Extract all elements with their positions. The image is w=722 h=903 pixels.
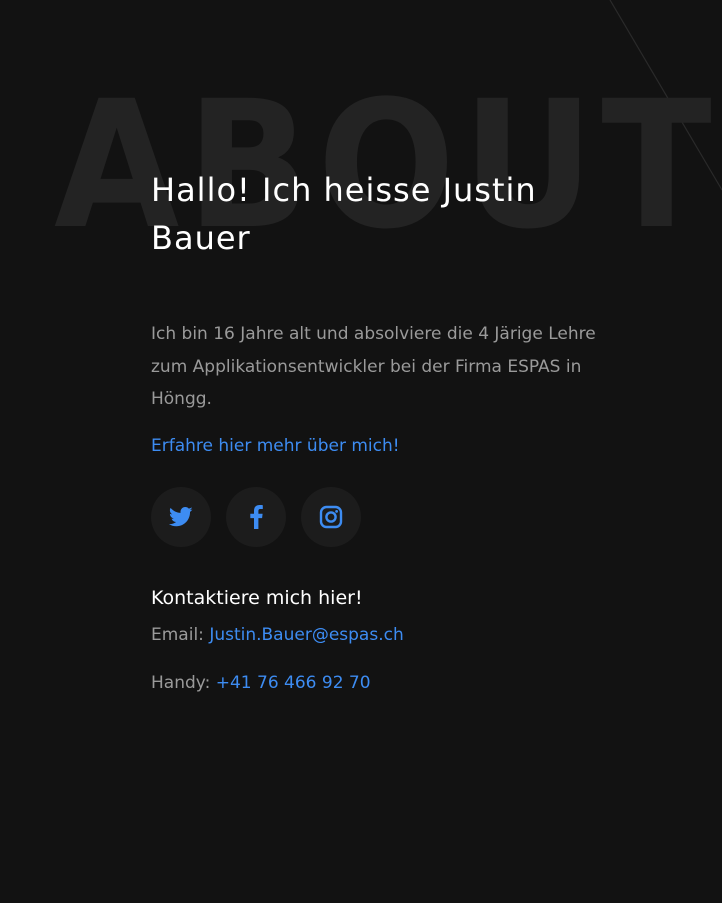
- more-about-me-link[interactable]: Erfahre hier mehr über mich!: [151, 434, 400, 458]
- social-links: [151, 486, 631, 547]
- twitter-button[interactable]: [151, 486, 211, 547]
- page-title: Hallo! Ich heisse Justin Bauer: [151, 171, 537, 257]
- twitter-icon: [169, 506, 193, 526]
- email-label: Email:: [151, 624, 204, 645]
- facebook-button[interactable]: [226, 486, 286, 547]
- email-row: Email: Justin.Bauer@espas.ch: [151, 623, 631, 647]
- phone-row: Handy: +41 76 466 92 70: [151, 671, 631, 695]
- about-section: Hallo! Ich heisse Justin Bauer Ich bin 1…: [151, 166, 631, 695]
- phone-label: Handy:: [151, 672, 211, 693]
- email-link[interactable]: Justin.Bauer@espas.ch: [209, 625, 403, 645]
- instagram-icon: [319, 505, 343, 528]
- facebook-icon: [249, 504, 263, 529]
- bio-text: Ich bin 16 Jahre alt und absolviere die …: [151, 324, 596, 409]
- contact-title: Kontaktiere mich hier!: [151, 586, 363, 609]
- instagram-button[interactable]: [301, 486, 361, 547]
- phone-link[interactable]: +41 76 466 92 70: [216, 673, 371, 693]
